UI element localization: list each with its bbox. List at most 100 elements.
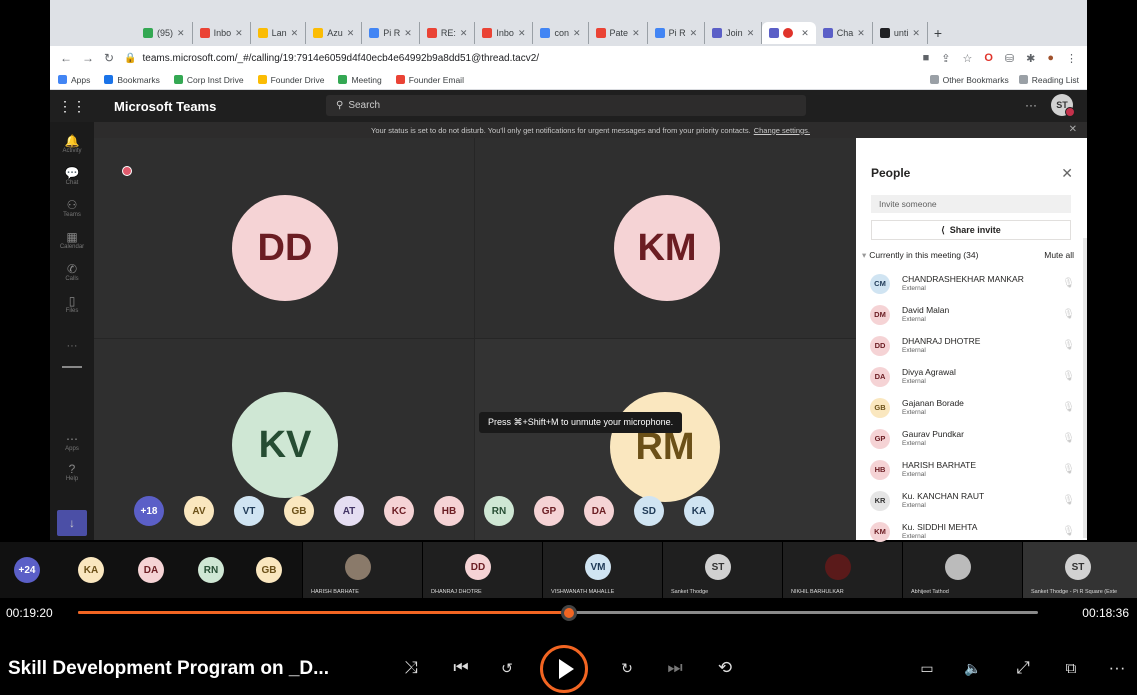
mic-off-icon[interactable]: 🎙 xyxy=(1062,433,1075,444)
close-icon[interactable]: ✕ xyxy=(460,28,468,39)
collapse-icon[interactable]: ▾ xyxy=(862,250,866,261)
bookmark-item[interactable]: Founder Drive xyxy=(257,75,324,85)
puzzle-icon[interactable]: ✱ xyxy=(1026,52,1035,65)
participant-avatar[interactable]: AT xyxy=(334,496,364,526)
participant-video-tile[interactable]: ST Sanket Thodge - Pi R Square (Exte xyxy=(1022,542,1137,598)
star-icon[interactable]: ☆ xyxy=(962,52,972,65)
previous-icon[interactable]: ⏮ xyxy=(448,655,474,681)
close-icon[interactable]: ✕ xyxy=(518,28,526,39)
participant-video-tile[interactable]: HARISH BARHATE xyxy=(302,542,422,598)
close-icon[interactable]: ✕ xyxy=(690,28,698,39)
browser-tab[interactable]: (95) ✕ xyxy=(136,22,193,44)
bookmark-item[interactable]: Bookmarks xyxy=(104,75,160,85)
browser-tab[interactable]: Inbo ✕ xyxy=(193,22,251,44)
participant-row[interactable]: CM CHANDRASHEKHAR MANKAR External 🎙 xyxy=(870,268,1075,299)
participant-avatar[interactable]: KA xyxy=(684,496,714,526)
bookmark-item[interactable]: Apps xyxy=(58,75,90,85)
mic-off-icon[interactable]: 🎙 xyxy=(1062,340,1075,351)
rail-item-teams[interactable]: ⚇ Teams xyxy=(50,198,94,218)
share-icon[interactable]: ⇪ xyxy=(941,52,950,65)
browser-tab[interactable]: Join ✕ xyxy=(705,22,763,44)
browser-tab[interactable]: con ✕ xyxy=(533,22,589,44)
participant-avatar[interactable]: DA xyxy=(584,496,614,526)
rail-more-icon[interactable]: ··· xyxy=(50,340,94,352)
more-options-icon[interactable]: ··· xyxy=(1104,655,1130,681)
reading-list[interactable]: Reading List xyxy=(1018,75,1079,85)
participant-video-tile[interactable]: NIKHIL BARHULKAR xyxy=(782,542,902,598)
browser-tab[interactable]: unti ✕ xyxy=(873,22,928,44)
seek-thumb[interactable] xyxy=(560,605,577,621)
participant-row[interactable]: GB Gajanan Borade External 🎙 xyxy=(870,392,1075,423)
browser-tab[interactable]: ✕ xyxy=(762,22,816,44)
volume-icon[interactable]: 🔈 xyxy=(960,655,986,681)
app-launcher-icon[interactable]: ⋮⋮ xyxy=(50,98,94,115)
address-bar[interactable]: 🔒 teams.microsoft.com/_#/calling/19:7914… xyxy=(124,53,539,64)
mic-off-icon[interactable]: 🎙 xyxy=(1062,309,1075,320)
browser-tab[interactable]: Pate ✕ xyxy=(589,22,648,44)
mini-player-icon[interactable]: ⧉ xyxy=(1058,655,1084,681)
download-icon[interactable]: ↓ xyxy=(57,510,87,536)
browser-tab[interactable]: Pi R ✕ xyxy=(648,22,706,44)
participant-video-tile[interactable]: VM VISHWANATH MAHALLE xyxy=(542,542,662,598)
more-options-icon[interactable]: ··· xyxy=(1025,98,1037,112)
mic-off-icon[interactable]: 🎙 xyxy=(1062,526,1075,537)
participant-avatar[interactable]: GB xyxy=(284,496,314,526)
profile-icon[interactable]: ● xyxy=(1047,52,1054,64)
scrollbar[interactable] xyxy=(1083,238,1087,538)
close-icon[interactable]: ✕ xyxy=(857,28,865,39)
close-icon[interactable]: ✕ xyxy=(291,28,299,39)
participant-avatar[interactable]: HB xyxy=(434,496,464,526)
participant-video-tile[interactable]: Abhijeet Tathod xyxy=(902,542,1022,598)
close-icon[interactable]: ✕ xyxy=(912,28,920,39)
mic-off-icon[interactable]: 🎙 xyxy=(1062,371,1075,382)
close-icon[interactable]: ✕ xyxy=(632,28,640,39)
rail-item-help[interactable]: ? Help xyxy=(50,462,94,482)
participant-row[interactable]: HB HARISH BARHATE External 🎙 xyxy=(870,454,1075,485)
close-icon[interactable]: ✕ xyxy=(801,28,809,39)
participant-avatar[interactable]: VT xyxy=(234,496,264,526)
reload-icon[interactable]: ↻ xyxy=(104,51,114,65)
more-participants-button[interactable]: +18 xyxy=(134,496,164,526)
close-icon[interactable]: ✕ xyxy=(573,28,581,39)
rail-item-chat[interactable]: 💬 Chat xyxy=(50,166,94,186)
participant-row[interactable]: GP Gaurav Pundkar External 🎙 xyxy=(870,423,1075,454)
participant-avatar[interactable]: GB xyxy=(256,557,282,583)
repeat-icon[interactable]: ⟲ xyxy=(712,655,738,681)
close-icon[interactable]: ✕ xyxy=(747,28,755,39)
extension-icon[interactable]: ⛁ xyxy=(1005,52,1014,65)
play-button[interactable] xyxy=(540,645,588,693)
shuffle-icon[interactable]: ⤨ xyxy=(398,655,424,681)
camera-icon[interactable]: ■ xyxy=(923,52,930,64)
rail-item-activity[interactable]: 🔔 Activity xyxy=(50,134,94,154)
close-icon[interactable]: ✕ xyxy=(404,28,412,39)
participant-avatar[interactable]: KA xyxy=(78,557,104,583)
bookmark-item[interactable]: Founder Email xyxy=(395,75,464,85)
share-invite-button[interactable]: ⟨ Share invite xyxy=(871,220,1071,240)
more-participants-button[interactable]: +24 xyxy=(14,557,40,583)
rail-item-calls[interactable]: ✆ Calls xyxy=(50,262,94,282)
participant-avatar[interactable]: RN xyxy=(198,557,224,583)
participant-avatar[interactable]: KC xyxy=(384,496,414,526)
browser-tab[interactable]: Cha ✕ xyxy=(816,22,873,44)
invite-input[interactable]: Invite someone xyxy=(871,195,1071,213)
rail-item-files[interactable]: ▯ Files xyxy=(50,294,94,314)
forward-30-icon[interactable]: ↻ xyxy=(614,655,640,681)
profile-avatar[interactable]: ST xyxy=(1051,94,1075,117)
participant-row[interactable]: DD DHANRAJ DHOTRE External 🎙 xyxy=(870,330,1075,361)
bookmark-item[interactable]: Meeting xyxy=(338,75,382,85)
participant-avatar[interactable]: DA xyxy=(138,557,164,583)
forward-icon[interactable]: → xyxy=(82,51,94,65)
browser-tab[interactable]: RE: ✕ xyxy=(420,22,476,44)
participant-avatar[interactable]: GP xyxy=(534,496,564,526)
back-icon[interactable]: ← xyxy=(60,51,72,65)
browser-tab[interactable]: Lan ✕ xyxy=(251,22,307,44)
change-settings-link[interactable]: Change settings. xyxy=(754,126,810,135)
close-icon[interactable]: ✕ xyxy=(177,28,185,39)
mute-all-button[interactable]: Mute all xyxy=(1044,250,1074,261)
browser-tab[interactable]: Inbo ✕ xyxy=(475,22,534,44)
participant-row[interactable]: DA Divya Agrawal External 🎙 xyxy=(870,361,1075,392)
browser-tab[interactable]: Azu ✕ xyxy=(306,22,363,44)
search-input[interactable]: ⚲ Search xyxy=(326,95,806,116)
mic-off-icon[interactable]: 🎙 xyxy=(1062,402,1075,413)
opera-extension-icon[interactable]: O xyxy=(984,52,993,64)
